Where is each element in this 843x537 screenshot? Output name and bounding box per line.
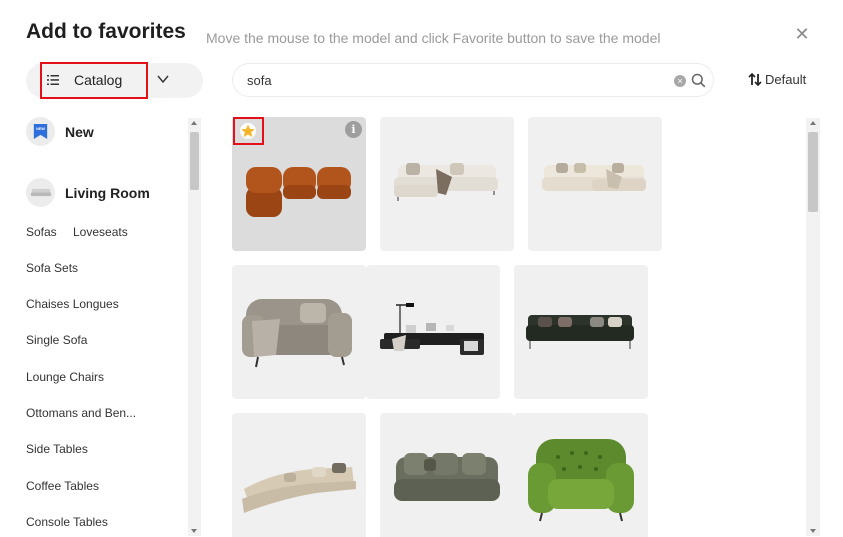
category-label: Living Room (65, 184, 150, 201)
model-card[interactable] (232, 265, 366, 399)
category-new[interactable]: NEW New (26, 117, 94, 146)
search-input[interactable]: sofa (247, 73, 272, 88)
search-bar[interactable]: sofa × (232, 63, 714, 97)
new-badge-icon: NEW (26, 117, 55, 146)
catalog-button[interactable]: Catalog (40, 62, 148, 99)
model-card[interactable] (380, 413, 514, 537)
sidebar-scrollbar[interactable] (188, 118, 201, 536)
sidebar-item-chaises-longues[interactable]: Chaises Longues (26, 297, 119, 311)
sofa-thumbnail (26, 178, 55, 207)
model-card[interactable] (366, 265, 500, 399)
sidebar-item-console-tables[interactable]: Console Tables (26, 515, 108, 529)
dialog-title: Add to favorites (26, 20, 186, 43)
favorite-button[interactable] (233, 117, 264, 145)
category-living-room[interactable]: Living Room (26, 178, 150, 207)
scroll-up-arrow[interactable] (191, 121, 197, 125)
sidebar-item-lounge-chairs[interactable]: Lounge Chairs (26, 370, 104, 384)
sidebar-item-ottomans[interactable]: Ottomans and Ben... (26, 406, 136, 420)
svg-text:NEW: NEW (36, 127, 45, 131)
sidebar-item-single-sofa[interactable]: Single Sofa (26, 333, 87, 347)
catalog-label: Catalog (74, 72, 123, 88)
sort-icon (748, 72, 762, 87)
model-card[interactable] (380, 117, 514, 251)
info-icon[interactable]: i (345, 121, 362, 138)
star-icon (240, 123, 256, 139)
scroll-up-arrow[interactable] (810, 121, 816, 125)
model-card[interactable] (528, 117, 662, 251)
chevron-down-icon[interactable] (157, 73, 169, 85)
sidebar-item-loveseats[interactable]: Loveseats (73, 225, 128, 239)
list-icon (47, 75, 59, 85)
close-icon[interactable]: ✕ (792, 24, 812, 44)
dialog-subtitle: Move the mouse to the model and click Fa… (206, 30, 661, 46)
sidebar-item-coffee-tables[interactable]: Coffee Tables (26, 479, 99, 493)
sidebar-item-side-tables[interactable]: Side Tables (26, 442, 88, 456)
scroll-down-arrow[interactable] (191, 529, 197, 533)
search-icon[interactable] (691, 73, 706, 88)
scroll-down-arrow[interactable] (810, 529, 816, 533)
model-card[interactable] (514, 265, 648, 399)
scrollbar-thumb[interactable] (808, 132, 818, 212)
category-label: New (65, 123, 94, 140)
sidebar-item-sofa-sets[interactable]: Sofa Sets (26, 261, 78, 275)
scrollbar-thumb[interactable] (190, 132, 199, 190)
sort-label: Default (765, 72, 807, 87)
clear-icon[interactable]: × (674, 75, 686, 87)
sidebar-item-sofas[interactable]: Sofas (26, 225, 57, 239)
model-card[interactable] (514, 413, 648, 537)
model-card[interactable] (232, 413, 366, 537)
grid-scrollbar[interactable] (806, 118, 820, 536)
sort-dropdown[interactable]: Default (748, 72, 806, 87)
